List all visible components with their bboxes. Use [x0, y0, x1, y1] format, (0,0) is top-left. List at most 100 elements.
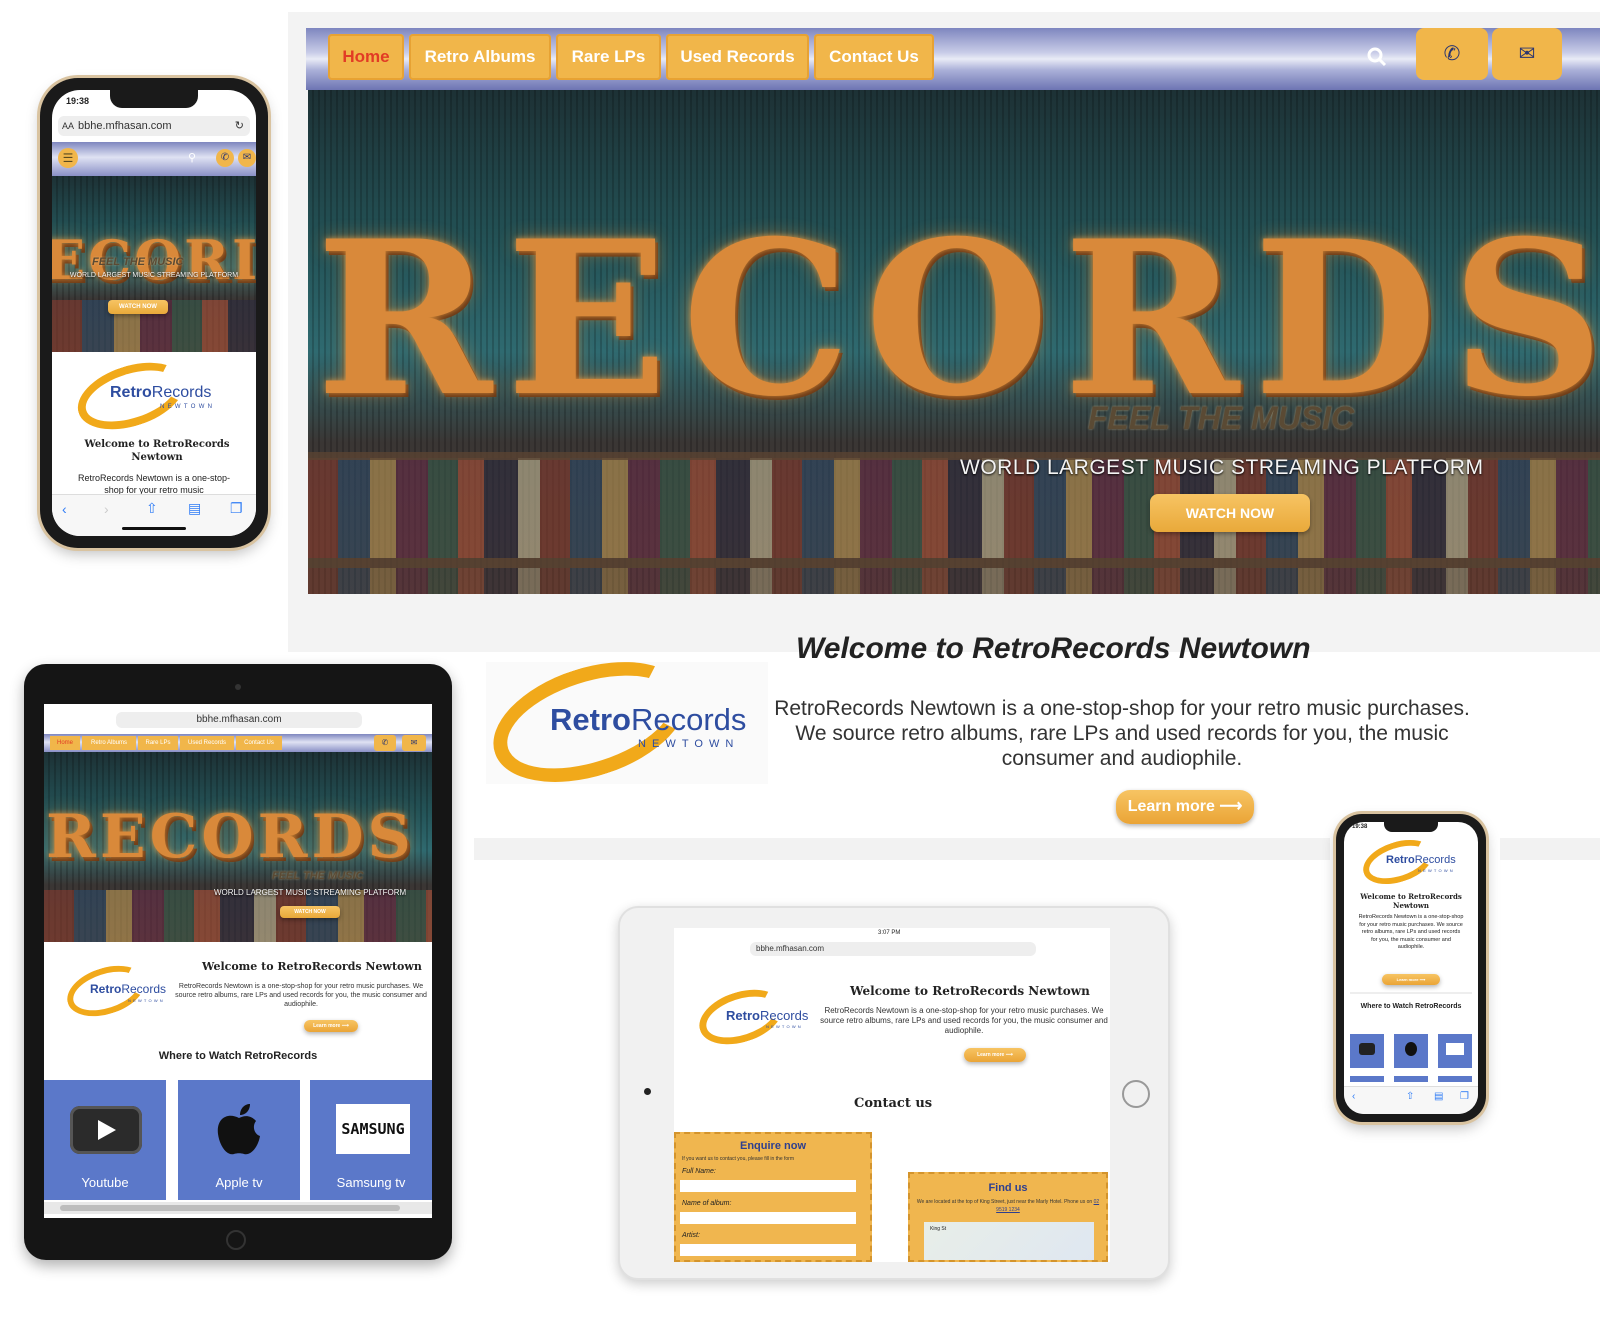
tablet-learn-more[interactable]: Learn more ⟶: [304, 1020, 358, 1032]
samsung-tv-card[interactable]: SAMSUNG Samsung tv: [310, 1080, 432, 1200]
nav-contact-us[interactable]: Contact Us: [814, 34, 934, 80]
phone-mockup-right: 19:38 RetroRecords NEWTOWN Welcome to Re…: [1336, 814, 1486, 1122]
hero-tagline: FEEL THE MUSIC: [1088, 400, 1355, 436]
tablet-navbar: Home Retro Albums Rare LPs Used Records …: [44, 734, 432, 752]
envelope-icon[interactable]: ✉: [402, 735, 426, 751]
phone-logo: RetroRecords NEWTOWN: [69, 350, 226, 442]
phone-right-logo: RetroRecords NEWTOWN: [1357, 831, 1462, 893]
tablet-mockup-left: bbhe.mfhasan.com Home Retro Albums Rare …: [24, 664, 452, 1260]
phone-right-learn-more[interactable]: Learn more ⟶: [1382, 974, 1440, 985]
tablet-home-button[interactable]: [226, 1230, 246, 1250]
youtube-card[interactable]: [1350, 1034, 1384, 1068]
notch: [1384, 822, 1438, 832]
tablet-nav-rare-lps[interactable]: Rare LPs: [138, 736, 178, 750]
section-divider-right: [1500, 838, 1600, 860]
envelope-icon: ✉: [1518, 43, 1536, 65]
center-welcome-title: Welcome to RetroRecords Newtown: [850, 984, 1090, 998]
youtube-icon: [1359, 1043, 1375, 1055]
tabs-icon[interactable]: ❐: [1460, 1091, 1469, 1102]
status-time: 3:07 PM: [878, 930, 901, 936]
samsung-logo-icon: SAMSUNG: [336, 1104, 410, 1154]
tablet-logo: RetroRecords NEWTOWN: [60, 956, 176, 1026]
nav-home[interactable]: Home: [328, 34, 404, 80]
nav-rare-lps[interactable]: Rare LPs: [556, 34, 661, 80]
phone-right-welcome-body: RetroRecords Newtown is a one-stop-shop …: [1358, 914, 1464, 950]
notch: [110, 90, 198, 108]
main-navbar: Home Retro Albums Rare LPs Used Records …: [306, 28, 1600, 90]
nav-retro-albums[interactable]: Retro Albums: [409, 34, 551, 80]
tablet-camera: [644, 1088, 651, 1095]
tablet-home-button[interactable]: [1122, 1080, 1150, 1108]
browser-toolbar: ‹ ⇧ ▤ ❐: [1344, 1086, 1478, 1114]
album-name-input[interactable]: [680, 1212, 856, 1224]
apple-tv-card[interactable]: [1394, 1034, 1428, 1068]
back-icon[interactable]: ‹: [1352, 1091, 1355, 1102]
share-icon[interactable]: ⇧: [146, 500, 158, 517]
envelope-icon[interactable]: ✉: [238, 149, 256, 167]
tabs-icon[interactable]: ❐: [230, 500, 243, 517]
contact-us-title: Contact us: [854, 1096, 933, 1111]
center-learn-more[interactable]: Learn more ⟶: [964, 1048, 1026, 1062]
tablet-address-bar[interactable]: bbhe.mfhasan.com: [116, 712, 362, 728]
tablet-camera: [235, 684, 241, 690]
nav-used-records[interactable]: Used Records: [666, 34, 809, 80]
status-time: 19:38: [66, 96, 90, 106]
hero-banner: RECORDS FEEL THE MUSIC WORLD LARGEST MUS…: [308, 90, 1600, 594]
tablet-welcome-body: RetroRecords Newtown is a one-stop-shop …: [175, 983, 427, 1008]
section-divider: [474, 838, 1330, 860]
phone-button[interactable]: ✆: [1416, 28, 1488, 80]
watch-now-button[interactable]: WATCH NOW: [1150, 494, 1310, 532]
share-icon[interactable]: ⇧: [1406, 1091, 1414, 1102]
phone-icon: ✆: [1443, 43, 1461, 65]
hero-subtitle: WORLD LARGEST MUSIC STREAMING PLATFORM: [960, 456, 1484, 479]
phone-welcome-title: Welcome to RetroRecords Newtown: [84, 439, 230, 463]
address-bar[interactable]: AA bbhe.mfhasan.com ↻: [58, 116, 250, 136]
enquire-form: Enquire now If you want us to contact yo…: [674, 1132, 872, 1262]
tablet-mockup-center: 3:07 PM bbhe.mfhasan.com RetroRecords NE…: [618, 906, 1170, 1280]
apple-tv-card[interactable]: Apple tv: [178, 1080, 300, 1200]
youtube-card[interactable]: Youtube: [44, 1080, 166, 1200]
phone-mockup-left: 19:38 AA bbhe.mfhasan.com ↻ ☰ ⚲ ✆ ✉ ECOR…: [40, 78, 268, 548]
learn-more-button[interactable]: Learn more ⟶: [1116, 790, 1254, 824]
bookmarks-icon[interactable]: ▤: [1434, 1091, 1443, 1102]
back-icon[interactable]: ‹: [62, 501, 67, 517]
tablet-section-title: Where to Watch RetroRecords: [158, 1050, 318, 1062]
phone-icon[interactable]: ✆: [216, 149, 234, 167]
phone-icon[interactable]: ✆: [374, 735, 396, 751]
full-name-input[interactable]: [680, 1180, 856, 1192]
status-time: 19:38: [1352, 824, 1368, 830]
menu-icon[interactable]: ☰: [58, 148, 78, 168]
tablet-hero: RECORDS FEEL THE MUSIC WORLD LARGEST MUS…: [44, 752, 432, 942]
center-welcome-body: RetroRecords Newtown is a one-stop-shop …: [820, 1006, 1108, 1035]
center-tablet-logo: RetroRecords NEWTOWN: [692, 979, 818, 1055]
tablet-nav-used-records[interactable]: Used Records: [180, 736, 234, 750]
tablet-welcome-title: Welcome to RetroRecords Newtown: [202, 960, 422, 973]
forward-icon[interactable]: ›: [104, 501, 109, 517]
apple-icon: [1405, 1042, 1417, 1056]
apple-icon: [214, 1102, 264, 1163]
reload-icon[interactable]: ↻: [235, 116, 244, 136]
samsung-tv-card[interactable]: [1438, 1034, 1472, 1068]
hero-records-sign: RECORDS: [316, 194, 1600, 443]
search-icon[interactable]: [1366, 46, 1388, 68]
horizontal-scrollbar[interactable]: [44, 1202, 432, 1214]
bookmarks-icon[interactable]: ▤: [188, 500, 201, 517]
find-us-card: Find us We are located at the top of Kin…: [908, 1172, 1108, 1262]
browser-toolbar: ‹ › ⇧ ▤ ❐: [52, 494, 256, 536]
home-indicator: [122, 527, 186, 530]
phone-navbar: ☰ ⚲ ✆ ✉: [52, 142, 256, 176]
search-icon[interactable]: ⚲: [188, 151, 196, 164]
welcome-body: RetroRecords Newtown is a one-stop-shop …: [774, 697, 1470, 770]
tablet-nav-home[interactable]: Home: [50, 736, 80, 750]
map-embed[interactable]: King St: [924, 1222, 1094, 1260]
samsung-logo-icon: [1446, 1043, 1464, 1055]
tablet-address-bar[interactable]: bbhe.mfhasan.com: [750, 942, 1036, 956]
phone-welcome-snippet: RetroRecords Newtown is a one-stop-shop …: [77, 473, 231, 495]
tablet-nav-contact-us[interactable]: Contact Us: [236, 736, 282, 750]
tablet-nav-retro-albums[interactable]: Retro Albums: [82, 736, 136, 750]
retrorecords-logo: RetroRecords NEWTOWN: [478, 639, 768, 805]
email-button[interactable]: ✉: [1492, 28, 1562, 80]
phone-right-welcome-title: Welcome to RetroRecords Newtown: [1360, 892, 1462, 910]
artist-input[interactable]: [680, 1244, 856, 1256]
welcome-title: Welcome to RetroRecords Newtown: [796, 632, 1311, 665]
